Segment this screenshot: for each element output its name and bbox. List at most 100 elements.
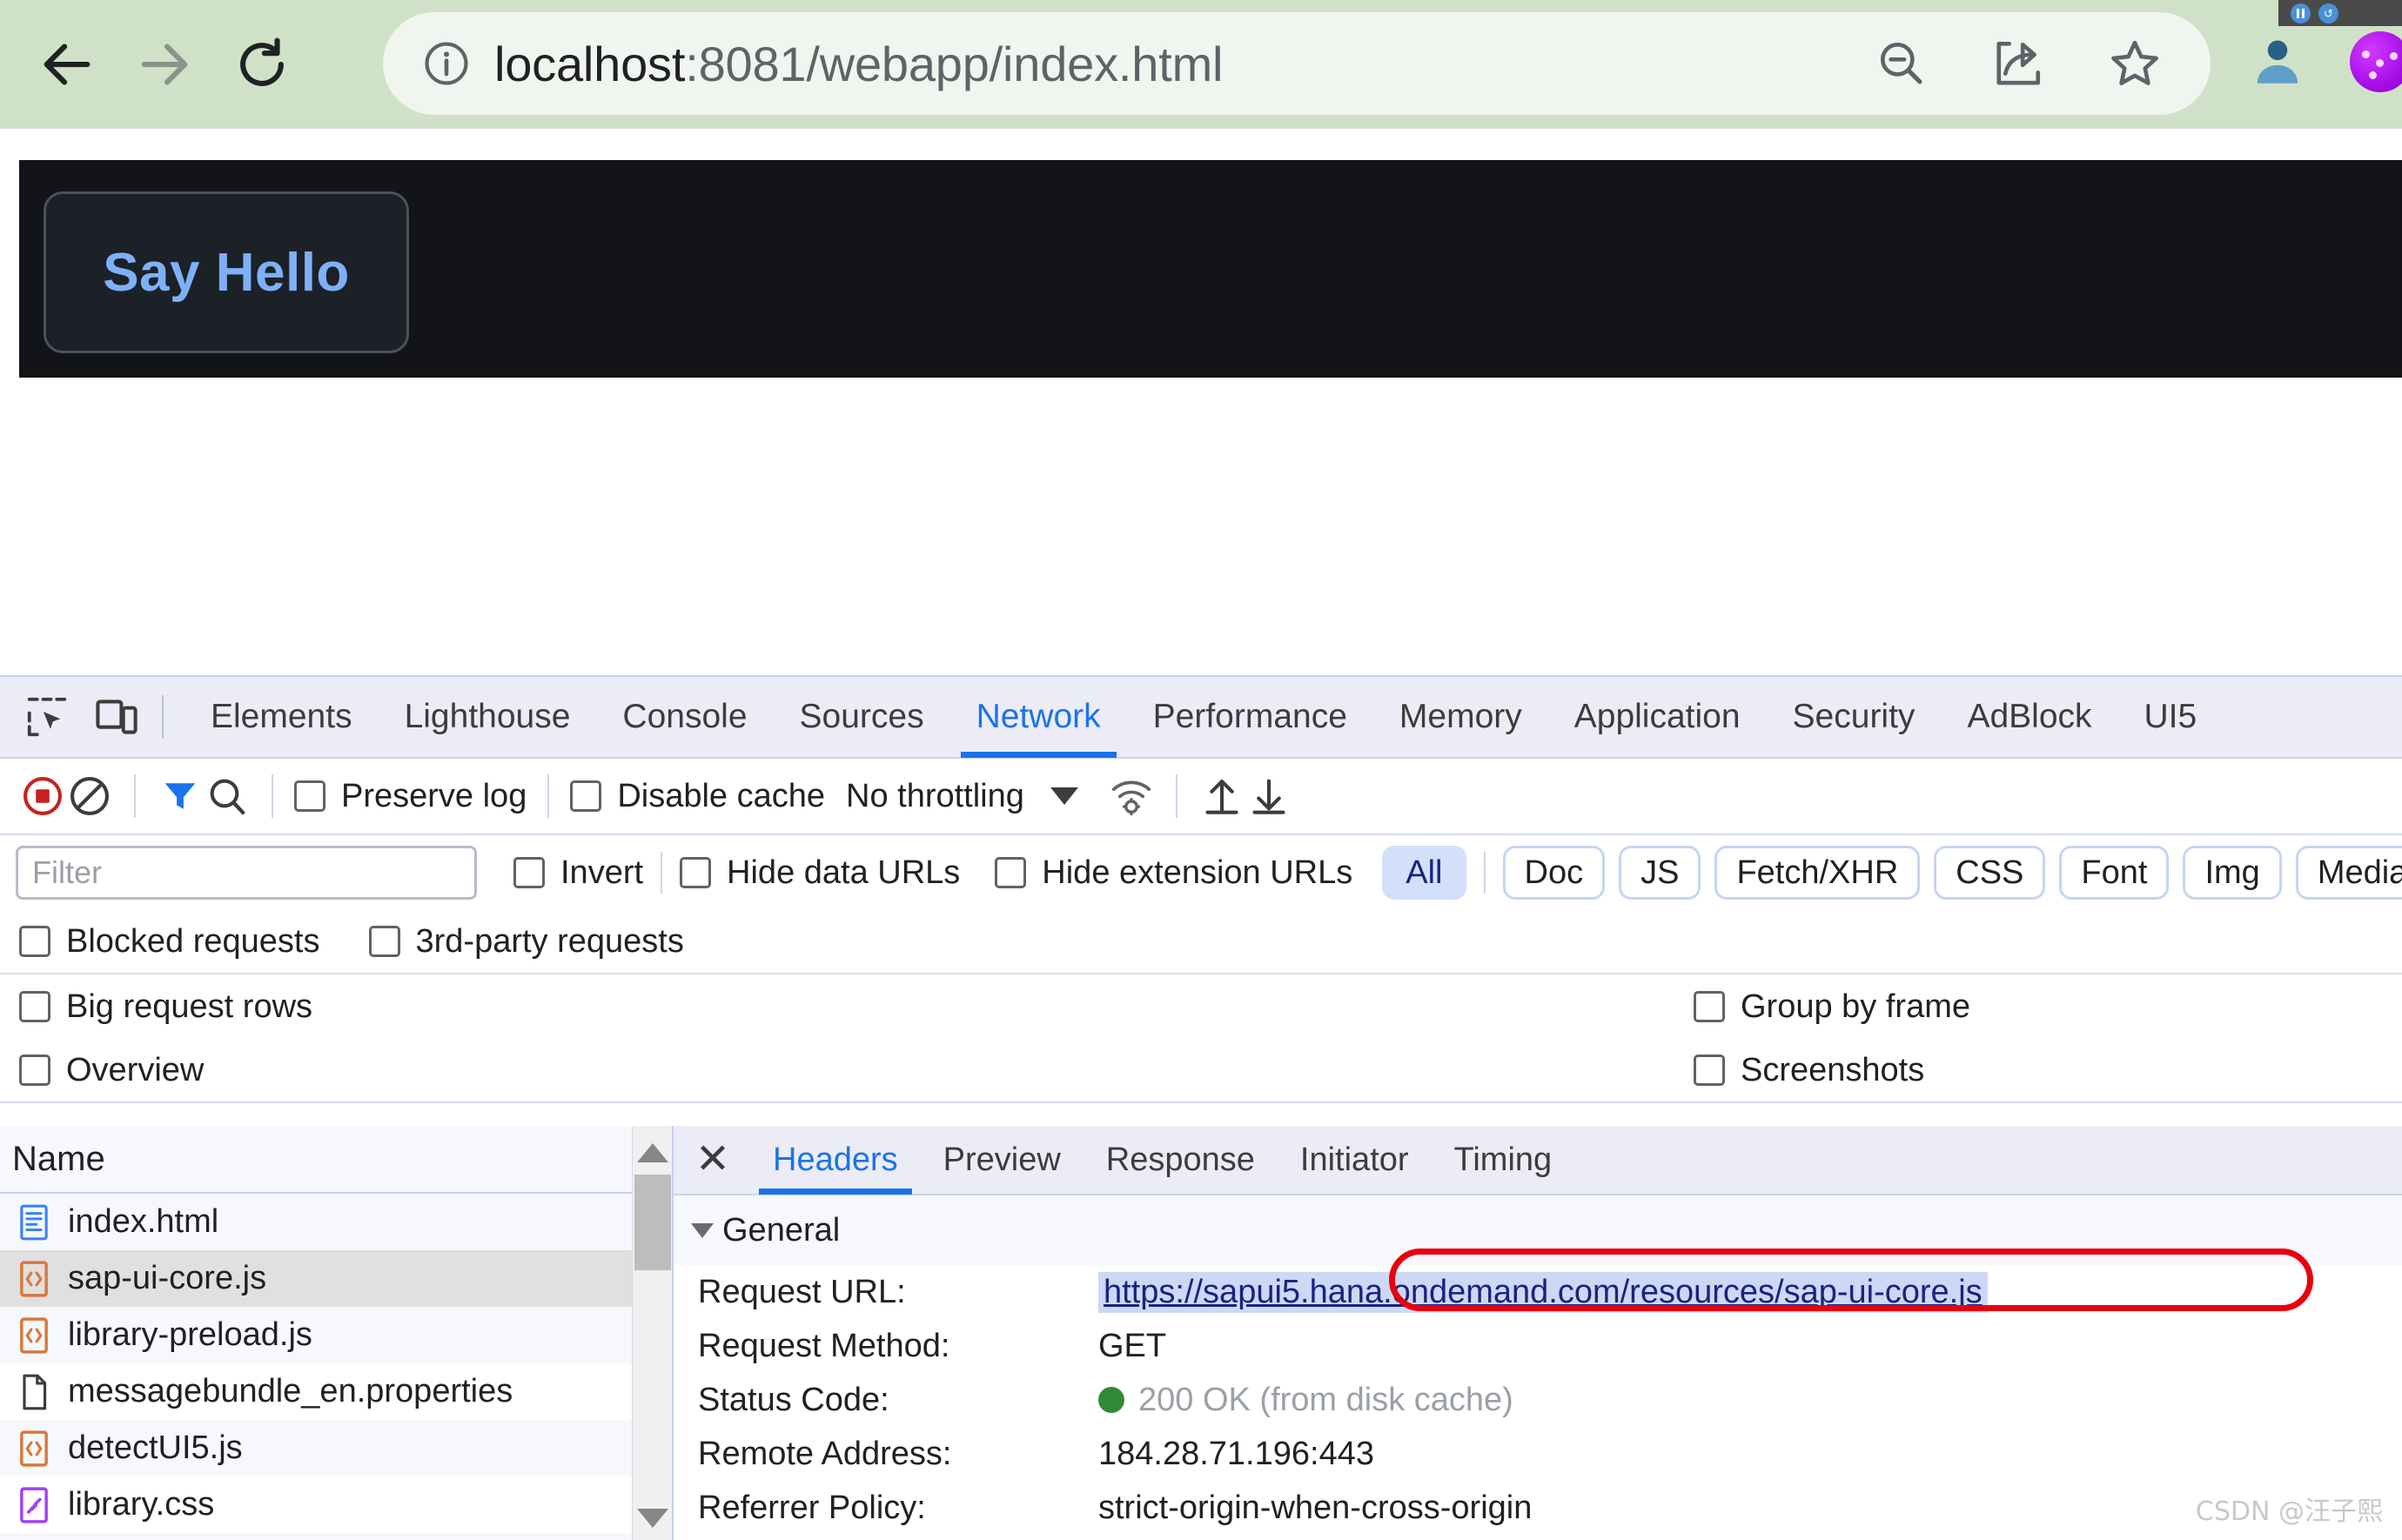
type-chip-img[interactable]: Img: [2183, 846, 2281, 900]
filter-button[interactable]: [157, 773, 204, 820]
third-party-requests-label: 3rd-party requests: [416, 923, 684, 961]
request-row-library-css[interactable]: library.css: [0, 1476, 672, 1533]
checkbox-box[interactable]: [19, 1055, 50, 1086]
request-url-link[interactable]: https://sapui5.hana.ondemand.com/resourc…: [1098, 1272, 1988, 1313]
group-by-frame-checkbox[interactable]: Group by frame: [1694, 988, 1970, 1026]
profile-avatar[interactable]: [2249, 33, 2306, 90]
replay-icon[interactable]: ↺: [2318, 3, 2338, 23]
close-icon[interactable]: ✕: [689, 1136, 736, 1183]
throttling-select[interactable]: No throttling: [846, 778, 1024, 815]
blocked-requests-checkbox[interactable]: Blocked requests: [19, 923, 320, 961]
tab-adblock[interactable]: AdBlock: [1941, 676, 2117, 758]
tab-network[interactable]: Network: [950, 676, 1127, 758]
disable-cache-checkbox[interactable]: Disable cache: [570, 778, 825, 815]
share-icon[interactable]: [1991, 37, 2045, 90]
search-button[interactable]: [204, 773, 251, 820]
inspect-element-icon: [23, 693, 70, 740]
media-control-overlay[interactable]: ↺: [2278, 0, 2402, 26]
info-circle-icon[interactable]: [421, 38, 472, 89]
invert-checkbox[interactable]: Invert: [513, 854, 643, 892]
type-chip-media[interactable]: Media: [2296, 846, 2402, 900]
checkbox-box[interactable]: [570, 780, 601, 812]
tab-security[interactable]: Security: [1767, 676, 1942, 758]
plain-file-icon: [17, 1373, 50, 1411]
pause-icon[interactable]: [2291, 3, 2311, 23]
big-request-rows-label: Big request rows: [66, 988, 312, 1026]
tab-ui5[interactable]: UI5: [2118, 676, 2224, 758]
tab-sources[interactable]: Sources: [774, 676, 950, 758]
type-chip-all[interactable]: All: [1382, 846, 1466, 900]
export-har-button[interactable]: [1245, 773, 1292, 820]
request-name: library.css: [68, 1486, 214, 1523]
checkbox-box[interactable]: [19, 926, 50, 957]
request-row-detectui5-js[interactable]: detectUI5.js: [0, 1420, 672, 1476]
request-row-messagebundle-en-properties[interactable]: messagebundle_en.properties: [0, 1363, 672, 1420]
checkbox-box[interactable]: [294, 780, 325, 812]
say-hello-button[interactable]: Say Hello: [44, 191, 409, 353]
detail-tab-headers[interactable]: Headers: [750, 1125, 921, 1195]
checkbox-box[interactable]: [1694, 991, 1725, 1022]
request-row-index-html[interactable]: index.html: [0, 1194, 672, 1250]
detail-tab-timing[interactable]: Timing: [1432, 1125, 1575, 1195]
scroll-down-arrow-icon[interactable]: [637, 1509, 668, 1528]
type-chip-font[interactable]: Font: [2059, 846, 2169, 900]
request-list-scrollbar[interactable]: [632, 1126, 672, 1540]
detail-tab-preview[interactable]: Preview: [921, 1125, 1084, 1195]
checkbox-box[interactable]: [19, 991, 50, 1022]
request-row-sap-ui-core-js[interactable]: sap-ui-core.js: [0, 1250, 672, 1307]
extension-avatar[interactable]: [2350, 31, 2402, 92]
tab-lighthouse[interactable]: Lighthouse: [379, 676, 597, 758]
navigation-buttons: [0, 34, 292, 95]
detail-tab-response[interactable]: Response: [1084, 1125, 1278, 1195]
inspect-element-button[interactable]: [23, 693, 71, 741]
import-har-button[interactable]: [1198, 773, 1245, 820]
preserve-log-checkbox[interactable]: Preserve log: [294, 778, 527, 815]
chevron-down-icon[interactable]: [1050, 787, 1078, 805]
request-url-value[interactable]: https://sapui5.hana.ondemand.com/resourc…: [1098, 1272, 1988, 1313]
request-list-header[interactable]: Name: [0, 1126, 672, 1194]
scroll-up-arrow-icon[interactable]: [637, 1143, 668, 1162]
type-chip-doc[interactable]: Doc: [1503, 846, 1606, 900]
tab-console[interactable]: Console: [596, 676, 773, 758]
checkbox-box[interactable]: [995, 857, 1026, 888]
checkbox-box[interactable]: [369, 926, 400, 957]
overview-checkbox[interactable]: Overview: [19, 1052, 204, 1089]
address-bar[interactable]: localhost:8081/webapp/index.html: [383, 12, 2211, 115]
bookmark-star-icon[interactable]: [2108, 37, 2162, 90]
device-toolbar-button[interactable]: [92, 693, 141, 741]
hide-extension-urls-checkbox[interactable]: Hide extension URLs: [995, 854, 1352, 892]
omnibox-actions: [1875, 12, 2162, 115]
screenshots-checkbox[interactable]: Screenshots: [1694, 1052, 1924, 1089]
checkbox-box[interactable]: [1694, 1055, 1725, 1086]
filter-input[interactable]: Filter: [16, 846, 477, 900]
group-by-frame-label: Group by frame: [1741, 988, 1970, 1026]
tab-elements[interactable]: Elements: [185, 676, 379, 758]
general-row-status-code: Status Code: 200 OK (from disk cache): [674, 1373, 2402, 1427]
general-section-header[interactable]: General: [674, 1195, 2402, 1265]
checkbox-box[interactable]: [680, 857, 711, 888]
back-button[interactable]: [37, 34, 97, 95]
reload-button[interactable]: [231, 34, 292, 95]
tab-performance[interactable]: Performance: [1127, 676, 1373, 758]
type-chip-css[interactable]: CSS: [1934, 846, 2045, 900]
tab-memory[interactable]: Memory: [1373, 676, 1548, 758]
hide-data-urls-checkbox[interactable]: Hide data URLs: [680, 854, 960, 892]
big-request-rows-checkbox[interactable]: Big request rows: [19, 988, 312, 1026]
clear-button[interactable]: [66, 773, 113, 820]
checkbox-box[interactable]: [513, 857, 545, 888]
request-name: detectUI5.js: [68, 1430, 243, 1467]
chip-separator: [1484, 852, 1486, 894]
third-party-requests-checkbox[interactable]: 3rd-party requests: [369, 923, 684, 961]
type-chip-fetch-xhr[interactable]: Fetch/XHR: [1714, 846, 1920, 900]
scrollbar-thumb[interactable]: [634, 1175, 671, 1270]
request-row-index-js[interactable]: index.js: [0, 1533, 672, 1540]
record-button[interactable]: [19, 773, 66, 820]
request-row-library-preload-js[interactable]: library-preload.js: [0, 1307, 672, 1363]
detail-tab-initiator[interactable]: Initiator: [1278, 1125, 1432, 1195]
network-conditions-button[interactable]: [1108, 773, 1155, 820]
type-chip-js[interactable]: JS: [1619, 846, 1701, 900]
zoom-out-icon[interactable]: [1875, 37, 1929, 90]
request-name: library-preload.js: [68, 1316, 312, 1354]
tab-application[interactable]: Application: [1548, 676, 1767, 758]
forward-button[interactable]: [134, 34, 195, 95]
